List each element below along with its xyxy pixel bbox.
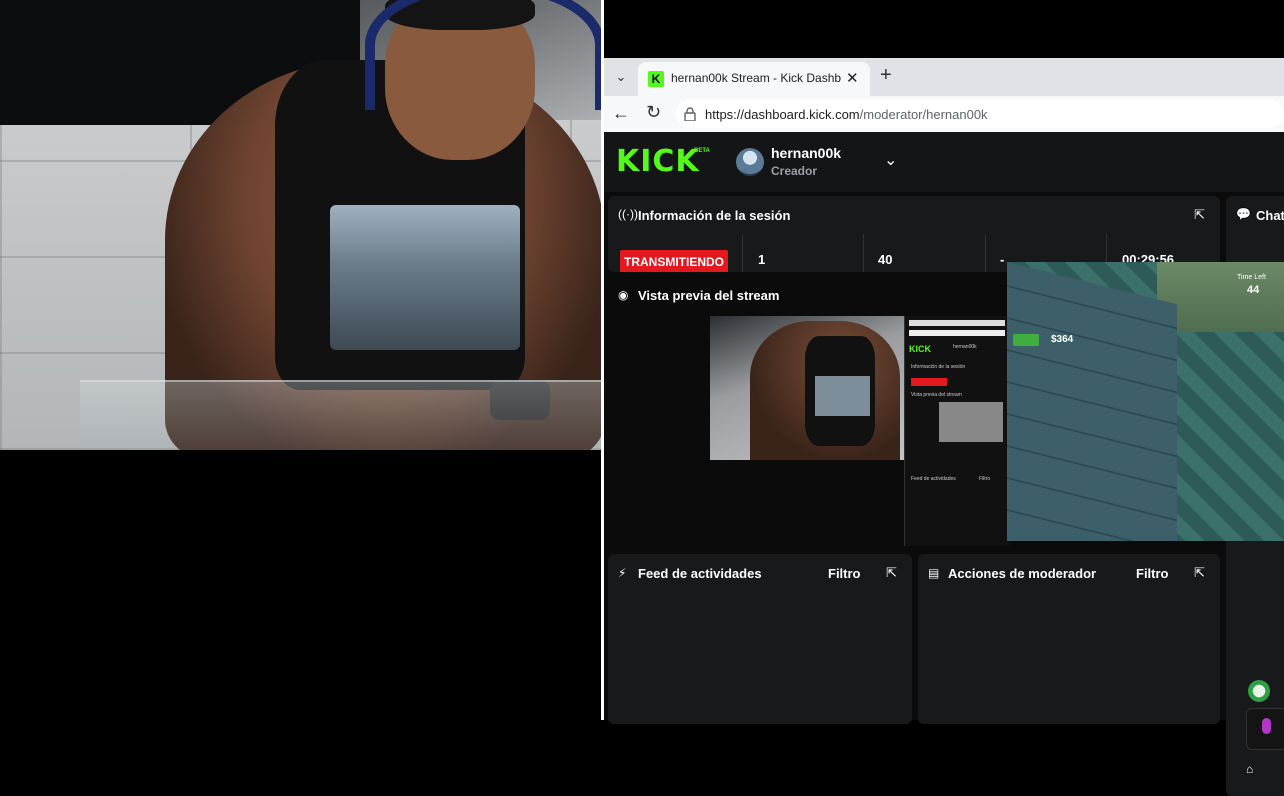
mini-address-bar bbox=[909, 330, 1005, 336]
expand-icon[interactable]: ⇱ bbox=[1194, 207, 1205, 223]
headset bbox=[365, 0, 601, 110]
chat-bubble-icon: 💬 bbox=[1236, 207, 1251, 221]
moderator-actions-title: Acciones de moderador bbox=[948, 566, 1097, 581]
stat-divider bbox=[742, 234, 743, 272]
store-icon[interactable]: ⌂ bbox=[1246, 762, 1253, 776]
mini-session-title: Información de la sesión bbox=[911, 364, 966, 370]
expand-icon[interactable]: ⇱ bbox=[886, 565, 897, 581]
preview-webcam-video[interactable] bbox=[710, 316, 904, 460]
reload-icon[interactable]: ↻ bbox=[646, 102, 661, 123]
expand-icon[interactable]: ⇱ bbox=[1194, 565, 1205, 581]
lightning-icon: ⚡ bbox=[618, 566, 627, 580]
stream-preview-title: Vista previa del stream bbox=[638, 288, 780, 303]
new-tab-button[interactable]: + bbox=[880, 64, 892, 87]
dashboard-header: KICK BETA hernan00k Creador ⌄ bbox=[604, 132, 1284, 192]
kick-favicon-icon: K bbox=[648, 71, 664, 87]
session-info-title: Información de la sesión bbox=[638, 208, 791, 223]
shirt-print bbox=[330, 205, 520, 350]
live-status-badge: TRANSMITIENDO bbox=[620, 250, 728, 272]
glass-desk bbox=[80, 380, 601, 450]
preview-eye-icon: ◉ bbox=[618, 288, 629, 302]
back-arrow-icon[interactable]: ← bbox=[612, 103, 630, 124]
chevron-down-icon: ⌄ bbox=[615, 69, 627, 84]
browser-tab[interactable]: K hernan00k Stream - Kick Dashboard ✕ bbox=[638, 62, 870, 96]
mini-activity-filter: Filtro bbox=[979, 476, 991, 482]
stat-divider bbox=[985, 234, 986, 272]
voice-button[interactable] bbox=[1246, 708, 1284, 750]
kick-logo[interactable]: KICK bbox=[616, 144, 700, 179]
lock-icon bbox=[684, 107, 696, 121]
url-text: https://dashboard.kick.com/moderator/her… bbox=[705, 107, 988, 122]
session-info-card: ((·)) Información de la sesión ⇱ TRANSMI… bbox=[608, 196, 1220, 272]
tab-title: hernan00k Stream - Kick Dashboard bbox=[671, 71, 841, 85]
game-money: $364 bbox=[1051, 334, 1074, 345]
mini-browser-bar bbox=[909, 320, 1005, 326]
mini-live-badge bbox=[911, 378, 947, 386]
channel-role: Creador bbox=[771, 164, 818, 178]
webcam-feed bbox=[0, 0, 601, 450]
broadcast-icon: ((·)) bbox=[618, 207, 638, 221]
stat-viewers: 1 bbox=[758, 252, 766, 267]
microphone-icon bbox=[1262, 718, 1271, 734]
mini-channel-name: hernan00k bbox=[953, 344, 977, 350]
channel-name[interactable]: hernan00k bbox=[771, 145, 841, 161]
mini-preview-video bbox=[939, 402, 1003, 442]
stat-divider bbox=[863, 234, 864, 272]
chat-title: Chat bbox=[1256, 208, 1284, 223]
stat-followers: 40 bbox=[878, 252, 893, 267]
emote-icon[interactable] bbox=[1248, 680, 1270, 702]
mini-activity-title: Feed de actividades bbox=[911, 476, 956, 482]
game-time-left-label: Time Left bbox=[1237, 274, 1266, 281]
game-cash-icon bbox=[1013, 334, 1039, 346]
url-host: https://dashboard.kick.com bbox=[705, 107, 860, 122]
stat-subs: - bbox=[1000, 252, 1005, 267]
document-icon: ▤ bbox=[928, 566, 940, 580]
moderator-actions-card: ▤ Acciones de moderador Filtro ⇱ bbox=[918, 554, 1220, 724]
channel-switch-chevron-icon[interactable]: ⌄ bbox=[884, 150, 897, 170]
mini-kick-logo: KICK bbox=[909, 344, 931, 354]
close-icon[interactable]: ✕ bbox=[846, 69, 859, 87]
address-bar: ← ↻ https://dashboard.kick.com/moderator… bbox=[604, 96, 1284, 132]
preview-recursive-dashboard: KICK hernan00k Información de la sesión … bbox=[904, 316, 1009, 546]
tab-bar: ⌄ K hernan00k Stream - Kick Dashboard ✕ … bbox=[604, 58, 1284, 96]
game-time-left: 44 bbox=[1247, 284, 1260, 296]
tab-list-button[interactable]: ⌄ bbox=[610, 66, 632, 88]
beta-badge: BETA bbox=[694, 148, 710, 154]
avatar[interactable] bbox=[736, 148, 764, 176]
activity-feed-title: Feed de actividades bbox=[638, 566, 762, 581]
mini-preview-title: Vista previa del stream bbox=[911, 392, 962, 398]
url-path: /moderator/hernan00k bbox=[859, 107, 988, 122]
activity-filter-button[interactable]: Filtro bbox=[828, 566, 861, 581]
game-wall bbox=[1007, 262, 1177, 541]
game-capture-overlay: $364 Time Left 44 bbox=[1007, 262, 1284, 541]
activity-feed-card: ⚡ Feed de actividades Filtro ⇱ bbox=[608, 554, 912, 724]
url-input[interactable]: https://dashboard.kick.com/moderator/her… bbox=[676, 100, 1284, 128]
preview-shirt-print bbox=[815, 376, 870, 416]
moderator-filter-button[interactable]: Filtro bbox=[1136, 566, 1169, 581]
